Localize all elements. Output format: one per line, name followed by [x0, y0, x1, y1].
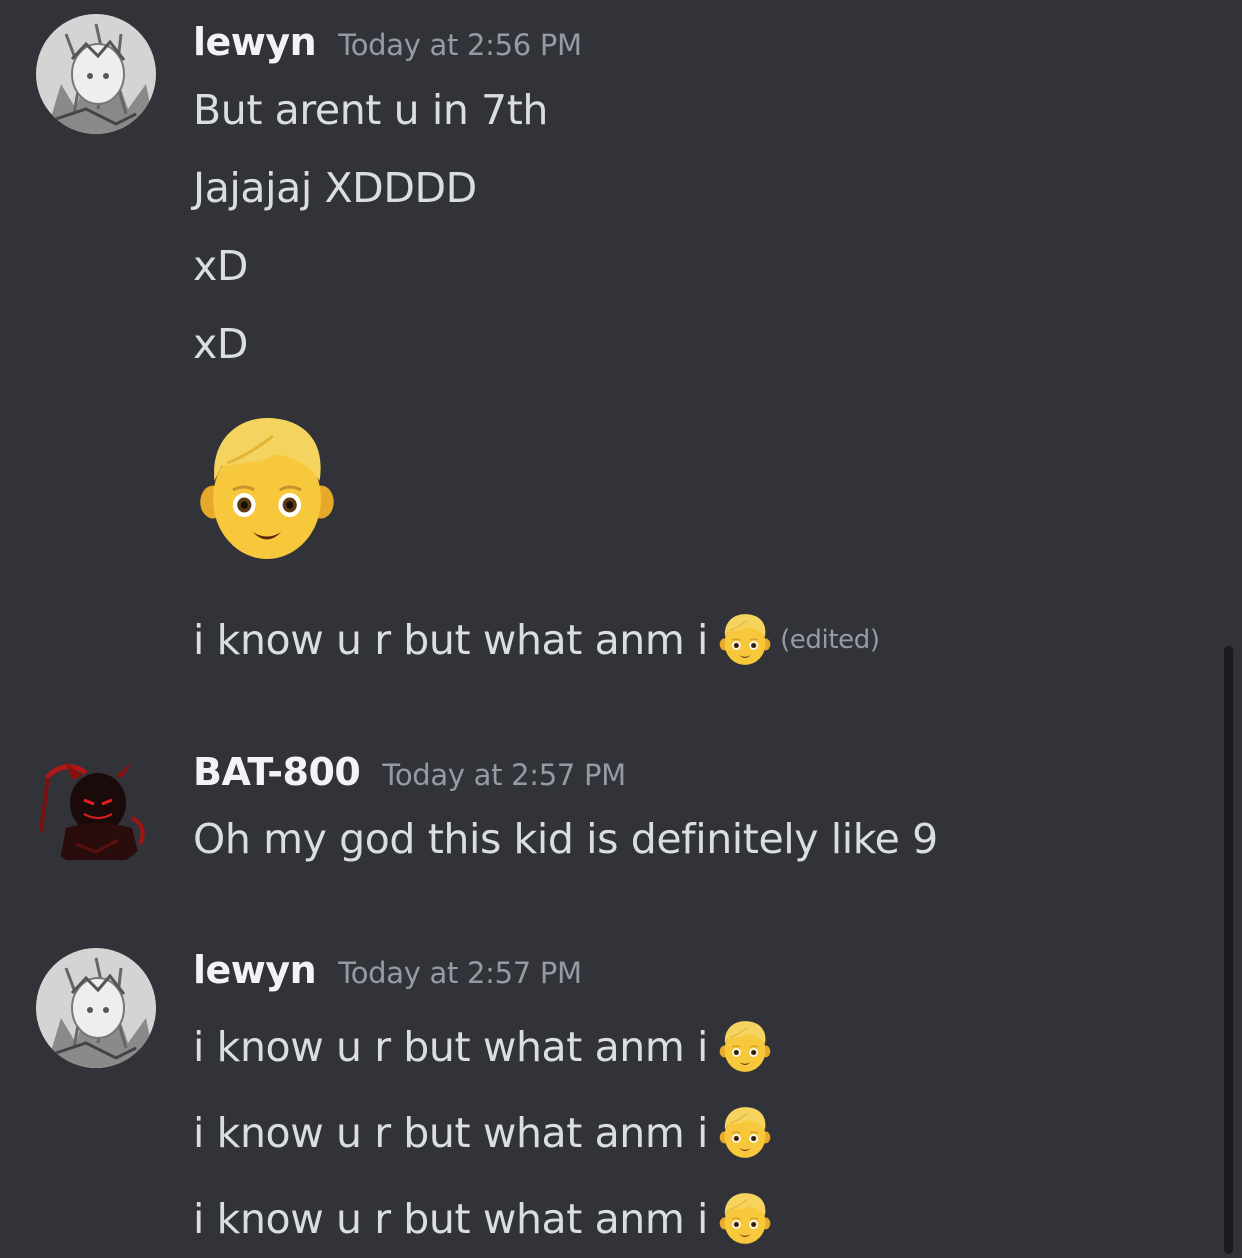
message-text: Jajajaj XDDDD	[193, 164, 477, 212]
timestamp: Today at 2:56 PM	[338, 28, 582, 62]
message-text: Oh my god this kid is definitely like 9	[193, 815, 938, 863]
message-text: But arent u in 7th	[193, 86, 548, 134]
message-text: i know u r but what anm i	[193, 1023, 709, 1071]
username[interactable]: lewyn	[193, 20, 317, 64]
message-text: i know u r but what anm i	[193, 616, 709, 664]
message-text: xD	[193, 320, 249, 368]
message-header: lewyn Today at 2:56 PM	[193, 20, 582, 64]
anime-avatar-grayscale	[36, 948, 156, 1068]
boy-emoji-icon	[196, 412, 338, 562]
message-line: i know u r but what anm i	[193, 1019, 772, 1073]
username[interactable]: BAT-800	[193, 750, 361, 794]
message-line: i know u r but what anm i	[193, 1105, 772, 1159]
red-devil-avatar	[36, 748, 156, 868]
chat-messages: lewyn Today at 2:56 PM But arent u in 7th…	[0, 0, 1242, 1258]
boy-emoji-icon[interactable]	[718, 1019, 772, 1073]
anime-avatar-grayscale	[36, 14, 156, 134]
boy-emoji-large[interactable]	[196, 412, 338, 562]
timestamp: Today at 2:57 PM	[338, 956, 582, 990]
message-line-edited: i know u r but what anm i (edited)	[193, 612, 880, 666]
boy-emoji-icon[interactable]	[718, 1105, 772, 1159]
avatar[interactable]	[36, 748, 156, 868]
avatar[interactable]	[36, 14, 156, 134]
avatar[interactable]	[36, 948, 156, 1068]
message-text: i know u r but what anm i	[193, 1195, 709, 1243]
message-text: i know u r but what anm i	[193, 1109, 709, 1157]
edited-label: (edited)	[780, 625, 880, 655]
boy-emoji-icon[interactable]	[718, 612, 772, 666]
message-text: xD	[193, 242, 249, 290]
timestamp: Today at 2:57 PM	[382, 758, 626, 792]
scrollbar[interactable]	[1224, 646, 1233, 1254]
message-line: i know u r but what anm i	[193, 1191, 772, 1245]
username[interactable]: lewyn	[193, 948, 317, 992]
message-header: BAT-800 Today at 2:57 PM	[193, 750, 626, 794]
message-header: lewyn Today at 2:57 PM	[193, 948, 582, 992]
boy-emoji-icon[interactable]	[718, 1191, 772, 1245]
